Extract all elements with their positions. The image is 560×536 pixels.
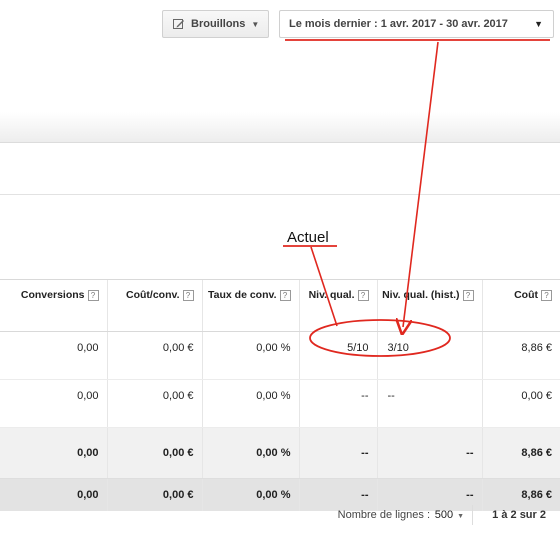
pointer-arrow (403, 41, 439, 327)
highlight-ellipse (309, 319, 451, 357)
annotation-label: Actuel (287, 229, 329, 246)
actuel-pointer (310, 246, 338, 327)
annotation-overlay (283, 39, 550, 357)
